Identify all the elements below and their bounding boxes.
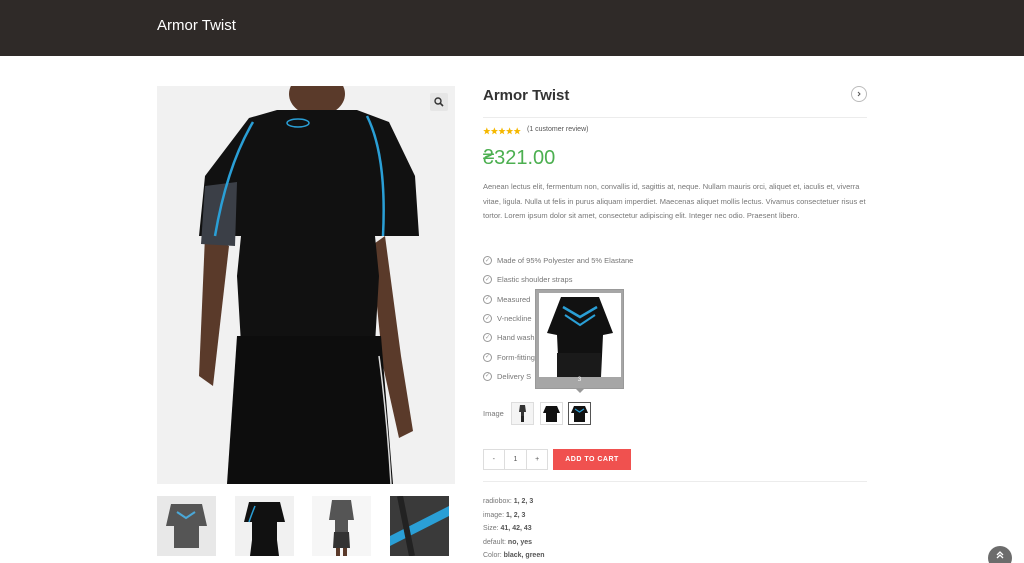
tooltip-shirt-image [539,293,621,377]
quantity-input[interactable]: 1 [503,450,528,469]
site-header: Armor Twist [0,0,1024,56]
chevron-right-icon [857,91,861,97]
check-circle-icon: ✓ [483,314,492,324]
thumbnail-2-image [235,496,294,556]
magnifier-icon [434,97,444,107]
check-circle-icon: ✓ [483,333,492,343]
zoom-button[interactable] [430,93,448,111]
site-title[interactable]: Armor Twist [157,17,236,34]
product-attributes: radiobox: 1, 2, 3 image: 1, 2, 3 Size: 4… [483,495,545,563]
attribute-row: default: no, yes [483,538,533,546]
check-circle-icon: ✓ [483,371,492,381]
divider [483,117,867,118]
tooltip-arrow [576,389,584,393]
swatch-3[interactable] [568,402,591,425]
thumbnail-1[interactable] [157,496,216,556]
attribute-row: radiobox: 1, 2, 3 [483,498,534,505]
swatch-3-image [569,403,590,424]
product-photo [157,86,455,484]
swatch-2[interactable] [540,402,563,425]
variation-label: Image [483,409,504,418]
product-main-image[interactable] [157,86,455,484]
thumbnail-3[interactable] [312,496,371,556]
attribute-row: Size: 41, 42, 43 [483,525,532,532]
feature-item: ✓ Elastic shoulder straps [483,275,573,285]
swatch-1[interactable] [511,402,534,425]
product-description: Aenean lectus elit, fermentum non, conva… [483,182,866,220]
thumbnail-3-image [312,496,371,556]
double-chevron-up-icon [996,551,1004,559]
quantity-plus-button[interactable]: + [527,450,547,469]
review-link[interactable]: (1 customer review) [527,126,588,133]
swatch-2-image [541,403,562,424]
product-price: ₴321.00 [483,147,556,169]
add-to-cart-button[interactable]: ADD TO CART [553,449,631,470]
quantity-stepper: - 1 + [483,449,548,470]
check-circle-icon: ✓ [483,256,492,266]
next-product-button[interactable] [851,86,867,102]
thumbnail-2[interactable] [235,496,294,556]
attribute-row: Color: black, green [483,552,545,559]
check-circle-icon: ✓ [483,294,492,304]
attribute-row: image: 1, 2, 3 [483,511,526,519]
thumbnail-4-image [390,496,449,556]
product-title: Armor Twist [483,87,570,104]
thumbnail-1-image [157,496,216,556]
swatch-1-image [512,403,533,424]
thumbnail-4[interactable] [390,496,449,556]
tooltip-image [539,293,621,377]
divider [483,481,867,482]
thumbnail-strip [157,496,455,556]
quantity-minus-button[interactable]: - [484,450,504,469]
star-rating [483,127,521,135]
tooltip-label: 3 [577,377,582,383]
check-circle-icon: ✓ [483,275,492,285]
feature-item: ✓ Made of 95% Polyester and 5% Elastane [483,256,634,266]
scroll-to-top-button[interactable] [988,546,1012,563]
swatch-preview-tooltip: 3 [535,289,624,393]
check-circle-icon: ✓ [483,352,492,362]
